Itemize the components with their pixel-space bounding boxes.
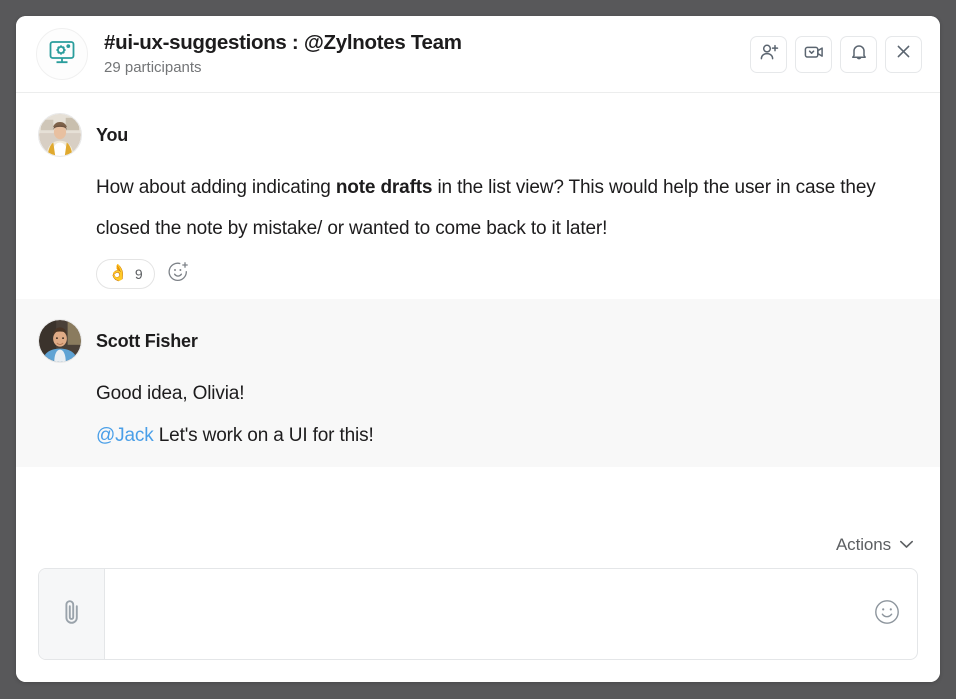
header-text-block: #ui-ux-suggestions : @Zylnotes Team 29 p… (104, 31, 750, 77)
video-call-button[interactable] (795, 35, 832, 73)
chevron-down-icon (899, 536, 914, 554)
message-text: Good idea, Olivia! @Jack Let's work on a… (96, 373, 896, 457)
add-person-button[interactable] (750, 35, 787, 73)
emoji-picker-button[interactable] (857, 569, 917, 659)
message-line: Good idea, Olivia! (96, 383, 245, 404)
ok-hand-emoji: 👌 (108, 265, 128, 282)
message-list: You How about adding indicating note dra… (16, 93, 940, 522)
close-icon (894, 42, 913, 66)
message-item: You How about adding indicating note dra… (16, 93, 940, 299)
add-reaction-button[interactable] (165, 261, 191, 287)
message-header: You (38, 113, 918, 157)
video-call-icon (803, 42, 825, 67)
add-person-icon (759, 42, 779, 67)
header-actions (750, 35, 922, 73)
message-header: Scott Fisher (38, 319, 918, 363)
paperclip-icon (59, 597, 85, 632)
message-composer (38, 568, 918, 660)
message-bold-text: note drafts (335, 177, 433, 198)
participants-count: 29 participants (104, 58, 202, 76)
avatar[interactable] (38, 113, 82, 157)
actions-label: Actions (835, 535, 891, 554)
message-input[interactable] (105, 569, 857, 659)
attach-file-button[interactable] (39, 569, 105, 659)
message-text-part: Let's work on a UI for this! (153, 425, 374, 446)
message-line: @Jack Let's work on a UI for this! (96, 415, 896, 457)
chat-panel: #ui-ux-suggestions : @Zylnotes Team 29 p… (16, 16, 940, 682)
message-text-part: How about adding indicating (96, 177, 336, 198)
notifications-button[interactable] (840, 35, 877, 73)
monitor-gear-icon (47, 37, 77, 72)
reaction-count: 9 (134, 266, 143, 282)
composer-area: Actions (16, 522, 940, 682)
avatar[interactable] (38, 319, 82, 363)
channel-avatar (36, 28, 88, 80)
close-button[interactable] (885, 35, 922, 73)
message-text: How about adding indicating note drafts … (96, 167, 896, 249)
message-item: Scott Fisher Good idea, Olivia! @Jack Le… (16, 299, 940, 467)
reaction-pill[interactable]: 👌 9 (96, 259, 155, 289)
add-reaction-icon (167, 261, 189, 288)
smiley-icon (874, 599, 900, 630)
message-author: Scott Fisher (96, 330, 198, 351)
mention-link[interactable]: @Jack (96, 425, 154, 446)
bell-icon (849, 42, 869, 67)
actions-dropdown[interactable]: Actions (38, 522, 918, 568)
message-author: You (96, 124, 129, 145)
page-title: #ui-ux-suggestions : @Zylnotes Team (104, 31, 462, 55)
reactions-row: 👌 9 (96, 259, 918, 289)
chat-header: #ui-ux-suggestions : @Zylnotes Team 29 p… (16, 16, 940, 93)
